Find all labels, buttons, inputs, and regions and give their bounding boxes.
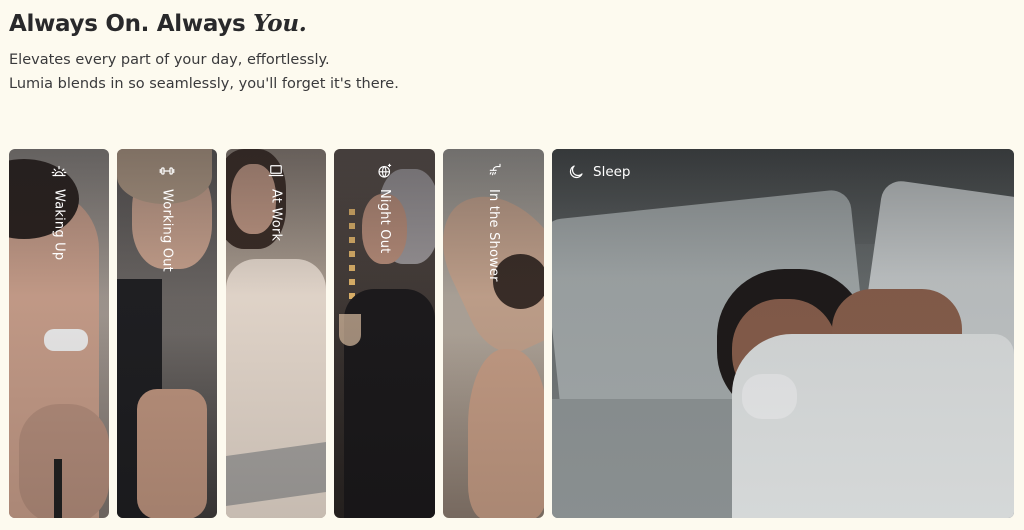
sunrise-icon bbox=[51, 165, 67, 177]
panel-title: At Work bbox=[268, 189, 284, 242]
panel-in-the-shower[interactable]: In the Shower bbox=[443, 149, 544, 518]
laptop-icon bbox=[268, 165, 284, 177]
panel-label-sleep: Sleep bbox=[567, 163, 631, 181]
panel-working-out[interactable]: Working Out bbox=[117, 149, 217, 518]
panel-overlay bbox=[552, 149, 1014, 518]
panel-label-night-out: Night Out bbox=[376, 162, 394, 253]
shower-icon bbox=[489, 163, 501, 176]
panel-title: Waking Up bbox=[51, 189, 67, 261]
moon-icon bbox=[569, 165, 583, 179]
panel-title: In the Shower bbox=[486, 189, 501, 282]
panel-night-out[interactable]: Night Out bbox=[334, 149, 435, 518]
lifestyle-gallery: Waking Up Working Out At Work Night Out … bbox=[0, 0, 1024, 530]
panel-label-in-the-shower: In the Shower bbox=[485, 162, 503, 282]
panel-label-waking-up: Waking Up bbox=[50, 162, 68, 260]
panel-title: Working Out bbox=[159, 189, 175, 272]
disco-ball-icon bbox=[377, 163, 391, 178]
panel-sleep[interactable]: Sleep bbox=[552, 149, 1014, 518]
panel-title: Sleep bbox=[593, 164, 631, 180]
panel-waking-up[interactable]: Waking Up bbox=[9, 149, 109, 518]
panel-at-work[interactable]: At Work bbox=[226, 149, 326, 518]
panel-title: Night Out bbox=[377, 189, 392, 254]
dumbbell-icon bbox=[159, 167, 175, 175]
panel-label-at-work: At Work bbox=[267, 162, 285, 241]
panel-label-working-out: Working Out bbox=[158, 162, 176, 272]
